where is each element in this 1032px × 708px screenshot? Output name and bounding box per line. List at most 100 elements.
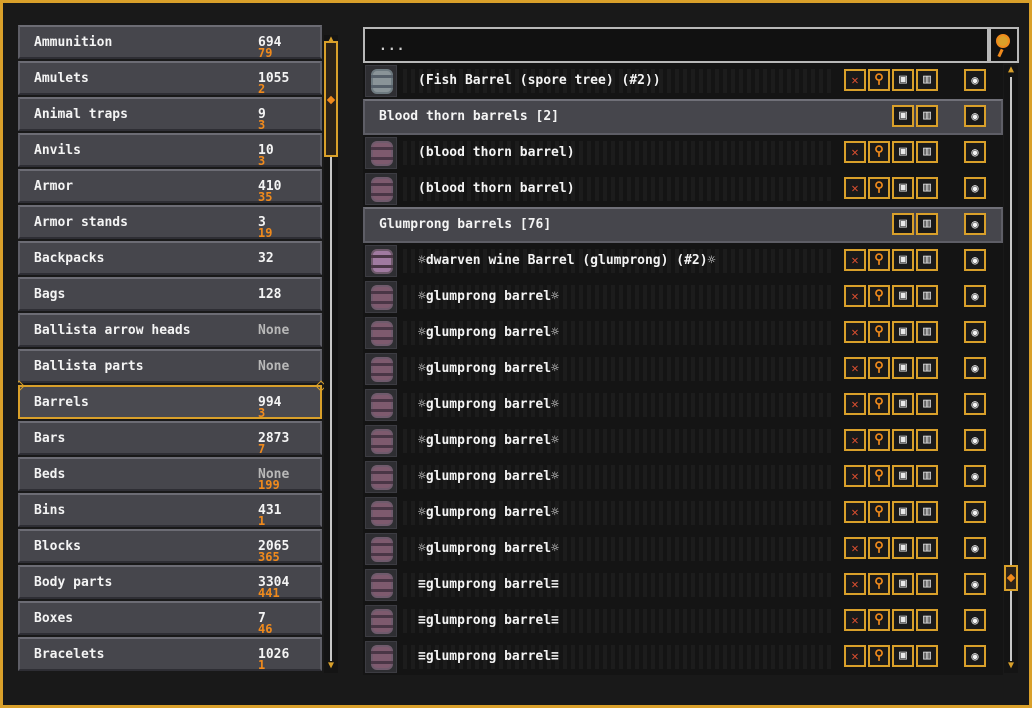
eye-icon[interactable]: ◉ xyxy=(964,213,986,235)
eye-icon[interactable]: ◉ xyxy=(964,573,986,595)
category-item[interactable]: Anvils 10 3 xyxy=(18,133,322,167)
filter-icon[interactable]: ✕ xyxy=(844,357,866,379)
filter-icon[interactable]: ✕ xyxy=(844,285,866,307)
lock-icon[interactable]: ▣ xyxy=(892,249,914,271)
filter-icon[interactable]: ✕ xyxy=(844,141,866,163)
magnifier-icon[interactable]: ⚲ xyxy=(868,501,890,523)
filter-icon[interactable]: ✕ xyxy=(844,249,866,271)
eye-icon[interactable]: ◉ xyxy=(964,69,986,91)
trash-icon[interactable]: ▥ xyxy=(916,393,938,415)
lock-icon[interactable]: ▣ xyxy=(892,69,914,91)
lock-icon[interactable]: ▣ xyxy=(892,393,914,415)
lock-icon[interactable]: ▣ xyxy=(892,177,914,199)
category-item[interactable]: Armor stands 3 19 xyxy=(18,205,322,239)
trash-icon[interactable]: ▥ xyxy=(916,429,938,451)
magnifier-icon[interactable]: ⚲ xyxy=(868,249,890,271)
item-row[interactable]: ☼glumprong barrel☼ ✕ ⚲ ▣ ▥ ◉ xyxy=(363,387,1003,423)
scroll-thumb[interactable] xyxy=(1004,565,1018,591)
item-row[interactable]: ≡glumprong barrel≡ ✕ ⚲ ▣ ▥ ◉ xyxy=(363,603,1003,639)
lock-icon[interactable]: ▣ xyxy=(892,537,914,559)
filter-icon[interactable]: ✕ xyxy=(844,465,866,487)
eye-icon[interactable]: ◉ xyxy=(964,285,986,307)
category-scrollbar[interactable]: ▲ ▼ xyxy=(324,35,338,673)
trash-icon[interactable]: ▥ xyxy=(916,645,938,667)
item-row[interactable]: (Fish Barrel (spore tree) (#2)) ✕ ⚲ ▣ ▥ ◉ xyxy=(363,63,1003,99)
item-row[interactable]: ☼glumprong barrel☼ ✕ ⚲ ▣ ▥ ◉ xyxy=(363,279,1003,315)
eye-icon[interactable]: ◉ xyxy=(964,393,986,415)
eye-icon[interactable]: ◉ xyxy=(964,249,986,271)
category-item[interactable]: Bins 431 1 xyxy=(18,493,322,527)
category-list[interactable]: Ammunition 694 79 Amulets 1055 2 Animal traps 9… xyxy=(18,25,324,675)
trash-icon[interactable]: ▥ xyxy=(916,357,938,379)
scroll-thumb[interactable] xyxy=(324,41,338,157)
trash-icon[interactable]: ▥ xyxy=(916,321,938,343)
search-input[interactable]: ... xyxy=(363,27,989,63)
category-item[interactable]: Ballista arrow heads None xyxy=(18,313,322,347)
magnifier-icon[interactable]: ⚲ xyxy=(868,141,890,163)
item-row[interactable]: (blood thorn barrel) ✕ ⚲ ▣ ▥ ◉ xyxy=(363,171,1003,207)
trash-icon[interactable]: ▥ xyxy=(916,69,938,91)
magnifier-icon[interactable]: ⚲ xyxy=(868,69,890,91)
trash-icon[interactable]: ▥ xyxy=(916,537,938,559)
eye-icon[interactable]: ◉ xyxy=(964,321,986,343)
magnifier-icon[interactable]: ⚲ xyxy=(868,429,890,451)
trash-icon[interactable]: ▥ xyxy=(916,501,938,523)
eye-icon[interactable]: ◉ xyxy=(964,501,986,523)
category-item[interactable]: Animal traps 9 3 xyxy=(18,97,322,131)
group-header[interactable]: Blood thorn barrels [2] ▣ ▥ ◉ xyxy=(363,99,1003,135)
category-item[interactable]: Boxes 7 46 xyxy=(18,601,322,635)
lock-icon[interactable]: ▣ xyxy=(892,213,914,235)
lock-icon[interactable]: ▣ xyxy=(892,141,914,163)
category-item[interactable]: Blocks 2065 365 xyxy=(18,529,322,563)
trash-icon[interactable]: ▥ xyxy=(916,213,938,235)
filter-icon[interactable]: ✕ xyxy=(844,501,866,523)
magnifier-icon[interactable]: ⚲ xyxy=(868,609,890,631)
category-item[interactable]: Backpacks 32 xyxy=(18,241,322,275)
magnifier-icon[interactable]: ⚲ xyxy=(868,573,890,595)
lock-icon[interactable]: ▣ xyxy=(892,321,914,343)
item-row[interactable]: ☼glumprong barrel☼ ✕ ⚲ ▣ ▥ ◉ xyxy=(363,459,1003,495)
item-row[interactable]: (blood thorn barrel) ✕ ⚲ ▣ ▥ ◉ xyxy=(363,135,1003,171)
category-item[interactable]: Bars 2873 7 xyxy=(18,421,322,455)
search-button[interactable] xyxy=(989,27,1019,63)
item-row[interactable]: ☼glumprong barrel☼ ✕ ⚲ ▣ ▥ ◉ xyxy=(363,531,1003,567)
eye-icon[interactable]: ◉ xyxy=(964,105,986,127)
category-item[interactable]: Ammunition 694 79 xyxy=(18,25,322,59)
eye-icon[interactable]: ◉ xyxy=(964,465,986,487)
item-row[interactable]: ☼glumprong barrel☼ ✕ ⚲ ▣ ▥ ◉ xyxy=(363,423,1003,459)
magnifier-icon[interactable]: ⚲ xyxy=(868,285,890,307)
category-item[interactable]: Beds None 199 xyxy=(18,457,322,491)
magnifier-icon[interactable]: ⚲ xyxy=(868,537,890,559)
trash-icon[interactable]: ▥ xyxy=(916,573,938,595)
group-header[interactable]: Glumprong barrels [76] ▣ ▥ ◉ xyxy=(363,207,1003,243)
filter-icon[interactable]: ✕ xyxy=(844,609,866,631)
category-item[interactable]: Amulets 1055 2 xyxy=(18,61,322,95)
category-item[interactable]: Body parts 3304 441 xyxy=(18,565,322,599)
scroll-down-icon[interactable]: ▼ xyxy=(326,661,336,671)
trash-icon[interactable]: ▥ xyxy=(916,105,938,127)
magnifier-icon[interactable]: ⚲ xyxy=(868,177,890,199)
eye-icon[interactable]: ◉ xyxy=(964,141,986,163)
trash-icon[interactable]: ▥ xyxy=(916,465,938,487)
lock-icon[interactable]: ▣ xyxy=(892,501,914,523)
filter-icon[interactable]: ✕ xyxy=(844,69,866,91)
eye-icon[interactable]: ◉ xyxy=(964,537,986,559)
item-row[interactable]: ≡glumprong barrel≡ ✕ ⚲ ▣ ▥ ◉ xyxy=(363,567,1003,603)
magnifier-icon[interactable]: ⚲ xyxy=(868,465,890,487)
lock-icon[interactable]: ▣ xyxy=(892,573,914,595)
category-item[interactable]: Bags 128 xyxy=(18,277,322,311)
category-item[interactable]: Barrels 994 3 xyxy=(18,385,322,419)
eye-icon[interactable]: ◉ xyxy=(964,645,986,667)
eye-icon[interactable]: ◉ xyxy=(964,609,986,631)
item-row[interactable]: ☼glumprong barrel☼ ✕ ⚲ ▣ ▥ ◉ xyxy=(363,495,1003,531)
category-item[interactable]: Ballista parts None xyxy=(18,349,322,383)
filter-icon[interactable]: ✕ xyxy=(844,537,866,559)
filter-icon[interactable]: ✕ xyxy=(844,645,866,667)
trash-icon[interactable]: ▥ xyxy=(916,177,938,199)
scroll-down-icon[interactable]: ▼ xyxy=(1006,661,1016,671)
item-row[interactable]: ≡glumprong barrel≡ ✕ ⚲ ▣ ▥ ◉ xyxy=(363,639,1003,675)
trash-icon[interactable]: ▥ xyxy=(916,609,938,631)
eye-icon[interactable]: ◉ xyxy=(964,177,986,199)
lock-icon[interactable]: ▣ xyxy=(892,645,914,667)
lock-icon[interactable]: ▣ xyxy=(892,105,914,127)
